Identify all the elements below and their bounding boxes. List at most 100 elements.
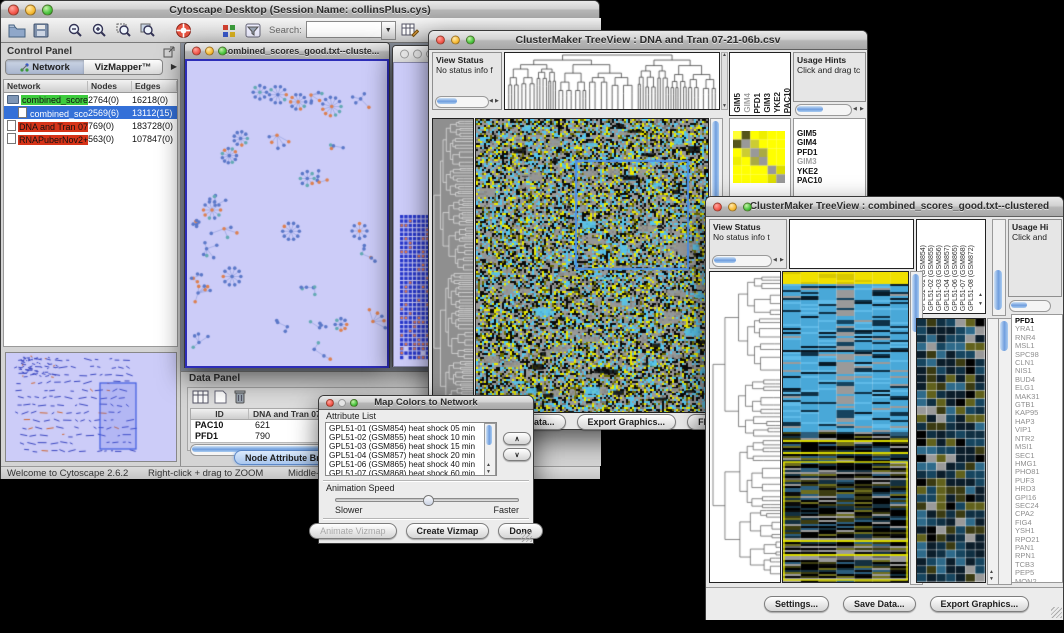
tv1-row-label[interactable]: GIM5 (794, 129, 865, 138)
annotation-icon[interactable] (219, 20, 239, 40)
attr-list-vscrollbar[interactable]: ▲ ▼ (484, 423, 496, 476)
tv2-heatmap-canvas[interactable] (783, 272, 908, 582)
tv1-column-label[interactable]: GIM3 (763, 93, 772, 113)
attribute-list-item[interactable]: GPL51-02 (GSM855) heat shock 10 min (326, 433, 496, 442)
tv1-row-label[interactable]: PFD1 (794, 148, 865, 157)
tv2-status-hscrollbar[interactable] (712, 255, 772, 267)
scroll-right-icon[interactable]: ▶ (780, 258, 784, 263)
close-icon[interactable] (326, 399, 334, 407)
tv1-dendro-scroll-strip[interactable]: ▲ ▼ (721, 52, 728, 110)
scroll-down-icon[interactable]: ▼ (722, 104, 727, 109)
tv2-genelist-vscrollbar[interactable] (998, 318, 1012, 585)
scroll-up-icon[interactable]: ▲ (989, 570, 994, 575)
attribute-list-item[interactable]: GPL51-06 (GSM865) heat shock 40 min (326, 460, 496, 469)
network-view-content[interactable] (185, 59, 389, 368)
dialog-create-vizmap-button[interactable]: Create Vizmap (406, 523, 490, 539)
animation-speed-slider[interactable] (335, 498, 519, 502)
search-dropdown-icon[interactable]: ▼ (381, 21, 396, 40)
zoom-window-icon[interactable] (350, 399, 358, 407)
minimize-icon[interactable] (338, 399, 346, 407)
zoom-window-icon[interactable] (466, 36, 475, 45)
tv1-row-label[interactable]: GIM4 (794, 138, 865, 147)
treeview2-titlebar[interactable]: ClusterMaker TreeView : combined_scores_… (706, 197, 1063, 217)
zoom-out-icon[interactable] (65, 20, 85, 40)
minimize-icon[interactable] (205, 47, 214, 56)
scroll-down-icon[interactable]: ▼ (989, 577, 994, 582)
tv1-column-label[interactable]: GIM5 (733, 93, 742, 113)
tv1-row-dendrogram-canvas[interactable] (433, 119, 473, 412)
attribute-list-item[interactable]: GPL51-04 (GSM857) heat shock 20 min (326, 451, 496, 460)
tv1-row-label[interactable]: PAC10 (794, 176, 865, 185)
treeview1-titlebar[interactable]: ClusterMaker TreeView : DNA and Tran 07-… (429, 31, 867, 50)
tab-network[interactable]: Network (6, 60, 84, 74)
data-col-id[interactable]: ID (191, 409, 249, 419)
tv1-column-dendrogram-canvas[interactable] (505, 53, 719, 109)
dialog-animate-vizmap-button[interactable]: Animate Vizmap (309, 523, 396, 539)
zoom-window-icon[interactable] (743, 202, 752, 211)
minimize-icon[interactable] (25, 4, 36, 15)
close-icon[interactable] (713, 202, 722, 211)
attribute-list-item[interactable]: GPL51-03 (GSM856) heat shock 15 min (326, 442, 496, 451)
tv2-zoom-matrix-canvas[interactable] (917, 319, 985, 582)
tv2-column-dendrogram-area[interactable] (789, 219, 914, 269)
tv1-row-label[interactable]: GIM3 (794, 157, 865, 166)
tv1-column-label[interactable]: YKE2 (773, 92, 782, 113)
tv1-row-dendrogram[interactable] (432, 118, 474, 413)
attribute-list-item[interactable]: GPL51-01 (GSM854) heat shock 05 min (326, 424, 496, 433)
tv1-hints-hscrollbar[interactable] (795, 104, 852, 116)
tv1-status-hscrollbar[interactable] (435, 96, 489, 108)
minimize-icon[interactable] (728, 202, 737, 211)
scroll-right-icon[interactable]: ▶ (495, 99, 499, 104)
tv2-status-hscroll-thumb[interactable] (714, 257, 736, 263)
tv2-save-data-button[interactable]: Save Data... (843, 596, 916, 612)
tv2-export-graphics-button[interactable]: Export Graphics... (930, 596, 1030, 612)
tv2-column-label[interactable]: GPL51-04 (GSM857) (944, 245, 951, 311)
network-row[interactable]: combined_scores2764(0)16218(0) (4, 93, 177, 106)
delete-attribute-icon[interactable] (233, 389, 247, 409)
move-up-button[interactable]: ∧ (503, 432, 531, 445)
slider-thumb[interactable] (423, 495, 434, 506)
save-icon[interactable] (31, 20, 51, 40)
help-lifering-icon[interactable] (173, 20, 193, 40)
tv2-hints-hscroll-thumb[interactable] (1011, 302, 1027, 308)
tab-vizmapper[interactable]: VizMapper™ (84, 60, 162, 74)
network-view-canvas[interactable] (187, 61, 387, 366)
close-icon[interactable] (8, 4, 19, 15)
dialog-titlebar[interactable]: Map Colors to Network (319, 396, 533, 410)
open-icon[interactable] (7, 20, 27, 40)
tv1-hints-hscroll-thumb[interactable] (797, 106, 823, 112)
tv2-genelist-vscroll-thumb[interactable] (1000, 321, 1008, 351)
col-nodes[interactable]: Nodes (88, 81, 132, 91)
scroll-left-icon[interactable]: ◀ (853, 107, 857, 112)
zoom-in-icon[interactable] (89, 20, 109, 40)
scroll-right-icon[interactable]: ▶ (860, 107, 864, 112)
tv2-settings-button[interactable]: Settings... (764, 596, 829, 612)
col-edges[interactable]: Edges (132, 81, 177, 91)
network-overview-panel[interactable] (5, 352, 177, 462)
tv1-column-dendrogram[interactable] (504, 52, 720, 110)
tv2-labels-vscroll-thumb[interactable] (994, 270, 1002, 310)
tv2-row-dendrogram-canvas[interactable] (710, 272, 780, 582)
scroll-down-icon[interactable]: ▼ (486, 470, 491, 475)
scroll-up-icon[interactable]: ▲ (486, 463, 491, 468)
attribute-browser-icon[interactable] (400, 20, 420, 40)
tv2-column-label[interactable]: GPL51-03 (GSM856) (936, 245, 943, 311)
network-row[interactable]: combined_sco2569(6)13112(15) (4, 106, 177, 119)
move-down-button[interactable]: ∨ (503, 448, 531, 461)
zoom-window-icon[interactable] (218, 47, 227, 56)
minimize-icon[interactable] (413, 50, 422, 59)
tv1-export-graphics-button[interactable]: Export Graphics... (577, 414, 677, 430)
col-network[interactable]: Network (4, 81, 88, 91)
scroll-left-icon[interactable]: ◀ (489, 99, 493, 104)
tv2-column-label[interactable]: GPL51-06 (GSM865) (952, 245, 959, 311)
table-view-icon[interactable] (192, 390, 209, 409)
float-panel-icon[interactable] (163, 45, 175, 63)
network-overview-canvas[interactable] (6, 353, 176, 461)
scroll-up-icon[interactable]: ▲ (722, 53, 727, 58)
attribute-list-item[interactable]: GPL51-07 (GSM868) heat shock 60 min (326, 469, 496, 476)
search-input[interactable] (306, 21, 381, 38)
tv1-heatmap-canvas[interactable] (476, 119, 708, 412)
attribute-listbox[interactable]: GPL51-01 (GSM854) heat shock 05 minGPL51… (325, 422, 497, 476)
zoom-selected-icon[interactable] (113, 20, 133, 40)
zoom-fit-icon[interactable] (137, 20, 157, 40)
